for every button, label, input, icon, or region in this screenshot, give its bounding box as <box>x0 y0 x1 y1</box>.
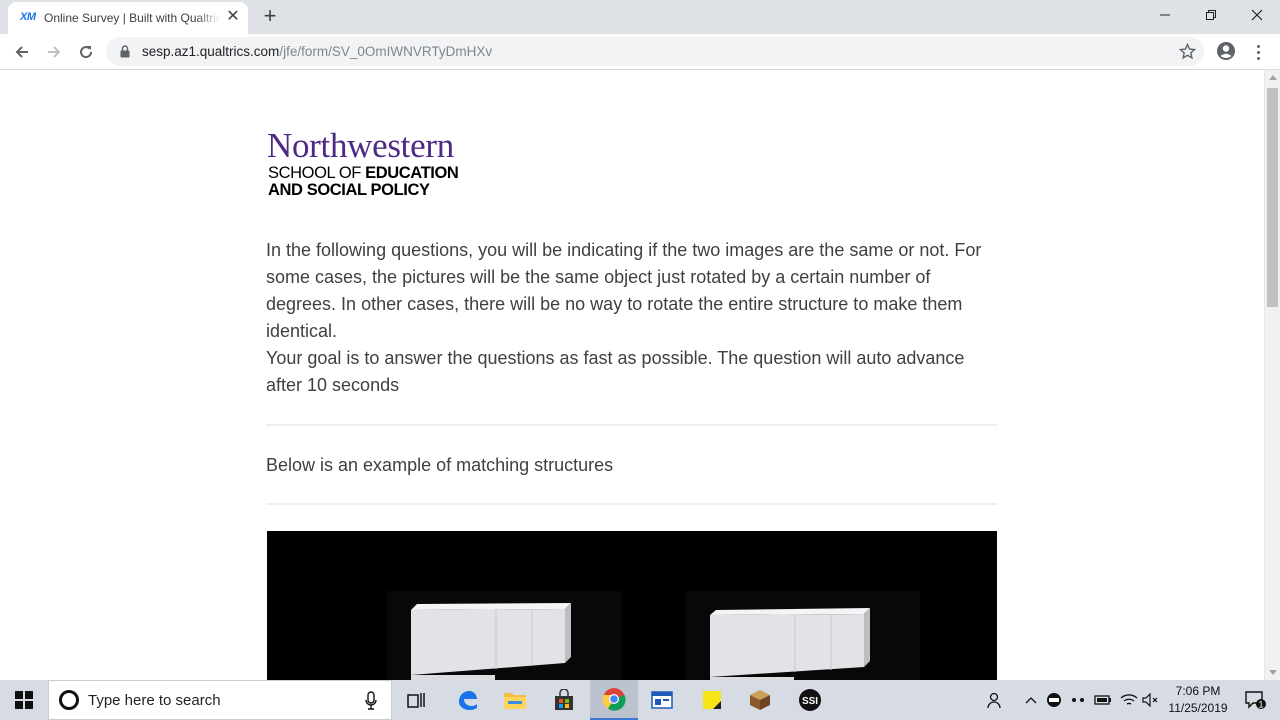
start-button[interactable] <box>0 680 48 720</box>
logo-wordmark: Northwestern <box>267 126 454 165</box>
tab-close-icon[interactable]: ✕ <box>224 8 242 26</box>
url-path: /jfe/form/SV_0OmIWNVRTyDmHXv <box>279 44 493 59</box>
cortana-icon <box>59 690 79 710</box>
reload-icon <box>80 46 93 59</box>
sticky-notes-icon <box>703 691 721 709</box>
logo-school-name: SCHOOL OF EDUCATION AND SOCIAL POLICY <box>268 164 459 199</box>
forward-button[interactable] <box>41 39 67 65</box>
qualtrics-favicon-icon: XM <box>20 11 36 23</box>
store-bag-icon <box>555 689 573 710</box>
back-button[interactable] <box>9 39 35 65</box>
address-bar[interactable]: sesp.az1.qualtrics.com/jfe/form/SV_0OmIW… <box>106 37 1204 66</box>
close-window-button[interactable] <box>1234 0 1280 30</box>
chrome-icon <box>602 688 626 711</box>
notification-icon: 1 <box>1245 691 1266 710</box>
close-icon <box>1251 9 1263 21</box>
more-dots-icon <box>1072 698 1084 702</box>
tab-strip: XM Online Survey | Built with Qualtrics … <box>0 0 1280 34</box>
tray-app-icon <box>1047 693 1061 707</box>
bookmark-star-icon[interactable] <box>1179 43 1196 60</box>
store-button[interactable] <box>540 680 588 720</box>
notification-count: 1 <box>1258 700 1263 710</box>
profile-avatar-icon[interactable] <box>1215 40 1237 62</box>
lock-icon <box>120 45 130 58</box>
people-icon <box>987 692 1001 709</box>
chevron-up-icon <box>1025 697 1037 704</box>
url-host: sesp.az1.qualtrics.com <box>142 44 280 59</box>
logo-school-prefix: SCHOOL OF <box>268 164 366 182</box>
wifi-icon <box>1120 694 1138 705</box>
minimize-button[interactable] <box>1142 0 1188 30</box>
file-explorer-button[interactable] <box>491 680 539 720</box>
matching-structures-image <box>387 591 920 680</box>
minimize-icon <box>1160 14 1170 16</box>
section-divider <box>266 503 997 505</box>
reload-button[interactable] <box>73 39 99 65</box>
taskbar-search-box[interactable]: Type here to search <box>48 680 392 720</box>
page-scrollbar[interactable] <box>1264 70 1280 680</box>
new-tab-button[interactable]: + <box>258 5 282 29</box>
forward-arrow-icon <box>48 46 61 58</box>
app-window-button[interactable] <box>638 680 686 720</box>
edge-button[interactable] <box>443 680 491 720</box>
scrollbar-thumb[interactable] <box>1267 88 1278 307</box>
instructions-paragraph: In the following questions, you will be … <box>266 240 982 341</box>
sticky-notes-button[interactable] <box>688 680 736 720</box>
app-window-icon <box>651 691 673 709</box>
section-divider <box>266 424 997 426</box>
tab-title: Online Survey | Built with Qualtrics Exp… <box>44 11 220 25</box>
action-center-button[interactable]: 1 <box>1238 680 1274 720</box>
restore-button[interactable] <box>1188 0 1234 30</box>
scroll-down-arrow-icon[interactable] <box>1269 670 1277 675</box>
task-view-button[interactable] <box>392 680 440 720</box>
battery-icon <box>1094 695 1111 705</box>
microphone-icon[interactable] <box>365 691 377 711</box>
chrome-button[interactable] <box>590 680 638 720</box>
browser-tab[interactable]: XM Online Survey | Built with Qualtrics … <box>8 2 248 34</box>
minecraft-button[interactable] <box>736 680 784 720</box>
back-arrow-icon <box>15 46 28 58</box>
search-placeholder: Type here to search <box>88 692 221 709</box>
wifi-button[interactable] <box>1118 680 1140 720</box>
restore-icon <box>1206 10 1216 20</box>
browser-menu-icon[interactable] <box>1250 41 1266 63</box>
windows-taskbar: Type here to search SSI 7:06 PM 11/25/20… <box>0 680 1280 720</box>
clock-time: 7:06 PM <box>1175 684 1221 698</box>
scroll-up-arrow-icon[interactable] <box>1269 75 1277 80</box>
svg-text:SSI: SSI <box>802 696 818 707</box>
example-stimulus-image <box>267 531 997 680</box>
tray-app-button[interactable] <box>1044 680 1064 720</box>
show-hidden-icons-button[interactable] <box>1022 680 1040 720</box>
instructions-goal: Your goal is to answer the questions as … <box>266 348 965 395</box>
task-view-icon <box>407 693 425 708</box>
browser-toolbar: sesp.az1.qualtrics.com/jfe/form/SV_0OmIW… <box>0 34 1280 70</box>
ssi-app-button[interactable]: SSI <box>786 680 834 720</box>
battery-button[interactable] <box>1092 680 1114 720</box>
ssi-app-icon: SSI <box>799 689 821 711</box>
page-viewport: Northwestern SCHOOL OF EDUCATION AND SOC… <box>0 70 1280 680</box>
minecraft-block-icon <box>750 690 770 710</box>
people-button[interactable] <box>984 680 1006 720</box>
logo-school-emphasis: EDUCATION <box>365 164 459 182</box>
clock-date: 11/25/2019 <box>1168 701 1228 715</box>
example-label: Below is an example of matching structur… <box>266 455 614 475</box>
system-clock[interactable]: 7:06 PM 11/25/2019 <box>1158 683 1238 717</box>
url-text: sesp.az1.qualtrics.com/jfe/form/SV_0OmIW… <box>142 44 492 59</box>
edge-icon <box>459 691 477 710</box>
windows-logo-icon <box>15 691 33 709</box>
survey-instructions: In the following questions, you will be … <box>266 237 998 399</box>
folder-icon <box>504 693 526 709</box>
logo-school-line2: AND SOCIAL POLICY <box>268 181 430 199</box>
tray-overflow-button[interactable] <box>1068 680 1088 720</box>
